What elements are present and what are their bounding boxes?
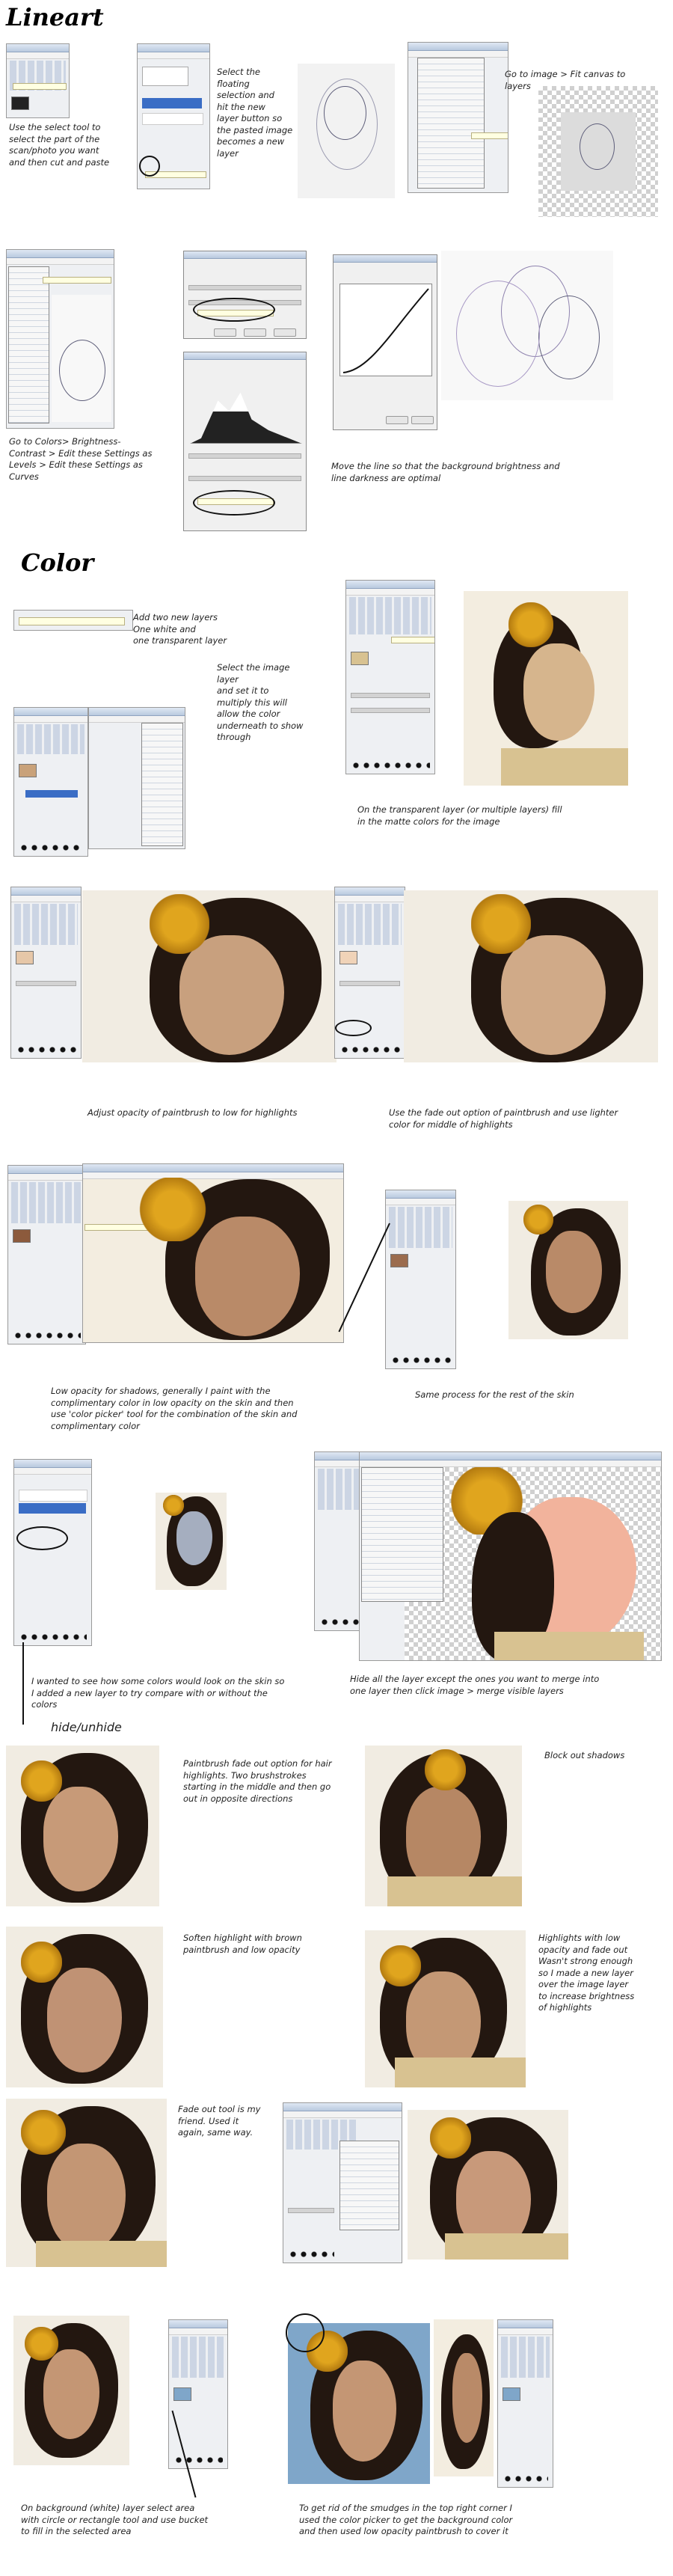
portrait-fade-out (6, 2099, 167, 2267)
caption-move-line: Move the line so that the background bri… (331, 461, 560, 483)
image-menu-screenshot (408, 42, 508, 193)
curve-line (342, 288, 429, 373)
tooltip-screenshot (13, 610, 133, 631)
gimp-toolbox-screenshot (13, 707, 88, 857)
portrait-highlights-1 (82, 890, 336, 1062)
gimp-toolbox-screenshot (7, 1165, 86, 1344)
highlight-circle (335, 1020, 372, 1036)
gimp-toolbox-screenshot (497, 2319, 553, 2488)
caption-smudges: To get rid of the smudges in the top rig… (299, 2503, 513, 2537)
lineart-adjusted-image (441, 251, 613, 400)
portrait-highlights-brightness (365, 1930, 526, 2087)
portrait-background-fill (13, 2316, 129, 2465)
layers-dialog-screenshot (13, 1459, 92, 1646)
portrait-block-shadows (365, 1746, 522, 1906)
caption-block-shadows: Block out shadows (544, 1750, 625, 1760)
caption-highlight-layer: Highlights with low opacity and fade out… (538, 1933, 635, 2013)
caption-low-opacity-shadows: Low opacity for shadows, generally I pai… (51, 1386, 298, 1431)
caption-add-layers: Add two new layers One white and one tra… (133, 612, 227, 646)
image-window-shadows (82, 1163, 344, 1343)
caption-opacity-low: Adjust opacity of paintbrush to low for … (87, 1107, 298, 1118)
highlight-circle (286, 2313, 325, 2352)
section-title-color: Color (21, 548, 94, 577)
caption-skin-colors-test: I wanted to see how some colors would lo… (31, 1676, 285, 1710)
portrait-skin-shading (508, 1201, 628, 1339)
caption-floating-selection: Select the floating selection and hit th… (217, 67, 293, 159)
portrait-smudge-cleanup (434, 2319, 494, 2476)
caption-fade-out-lighter: Use the fade out option of paintbrush an… (389, 1107, 618, 1130)
highlight-circle (193, 298, 275, 322)
hand-drawn-arrow (22, 1642, 24, 1725)
gimp-toolbox-screenshot (168, 2319, 228, 2469)
section-title-lineart: Lineart (6, 3, 104, 31)
gimp-toolbox-screenshot (6, 43, 70, 118)
portrait-skin-test (156, 1493, 227, 1590)
portrait-highlights-2 (404, 890, 658, 1062)
caption-brightness-contrast: Go to Colors> Brightness- Contrast > Edi… (9, 436, 153, 482)
merge-visible-layers-screenshot (359, 1451, 662, 1661)
portrait-matte-colors (464, 591, 628, 786)
caption-select-tool: Use the select tool to select the part o… (9, 122, 110, 168)
highlight-circle (193, 490, 275, 515)
paintbrush-options-screenshot (283, 2102, 402, 2263)
caption-multiply: Select the image layer and set it to mul… (217, 662, 304, 743)
highlight-circle (16, 1526, 68, 1550)
gimp-toolbox-screenshot (345, 580, 435, 774)
scanned-sketch-image (298, 64, 395, 198)
caption-background-fill: On background (white) layer select area … (21, 2503, 209, 2537)
gimp-toolbox-screenshot (10, 887, 82, 1059)
caption-soften-highlight: Soften highlight with brown paintbrush a… (183, 1933, 302, 1955)
caption-same-process: Same process for the rest of the skin (415, 1389, 574, 1400)
caption-hair-highlights: Paintbrush fade out option for hair high… (183, 1758, 332, 1804)
portrait-soften-highlight (6, 1927, 163, 2087)
brightness-contrast-dialog (183, 251, 307, 339)
gimp-toolbox-screenshot (385, 1190, 456, 1369)
canvas-transparent-image (538, 86, 658, 217)
caption-merge-visible: Hide all the layer except the ones you w… (350, 1674, 600, 1696)
layer-mode-menu-screenshot (88, 707, 185, 849)
curves-dialog (333, 254, 437, 430)
colors-menu-screenshot (6, 249, 114, 429)
caption-hide-unhide: hide/unhide (51, 1720, 122, 1734)
portrait-hair-highlights (6, 1746, 159, 1906)
hand-drawn-arrow (338, 1223, 390, 1333)
caption-fade-out-friend: Fade out tool is my friend. Used it agai… (178, 2104, 261, 2138)
caption-matte-colors: On the transparent layer (or multiple la… (357, 804, 562, 827)
portrait-fade-out-result (408, 2110, 568, 2260)
highlight-circle (139, 156, 160, 177)
